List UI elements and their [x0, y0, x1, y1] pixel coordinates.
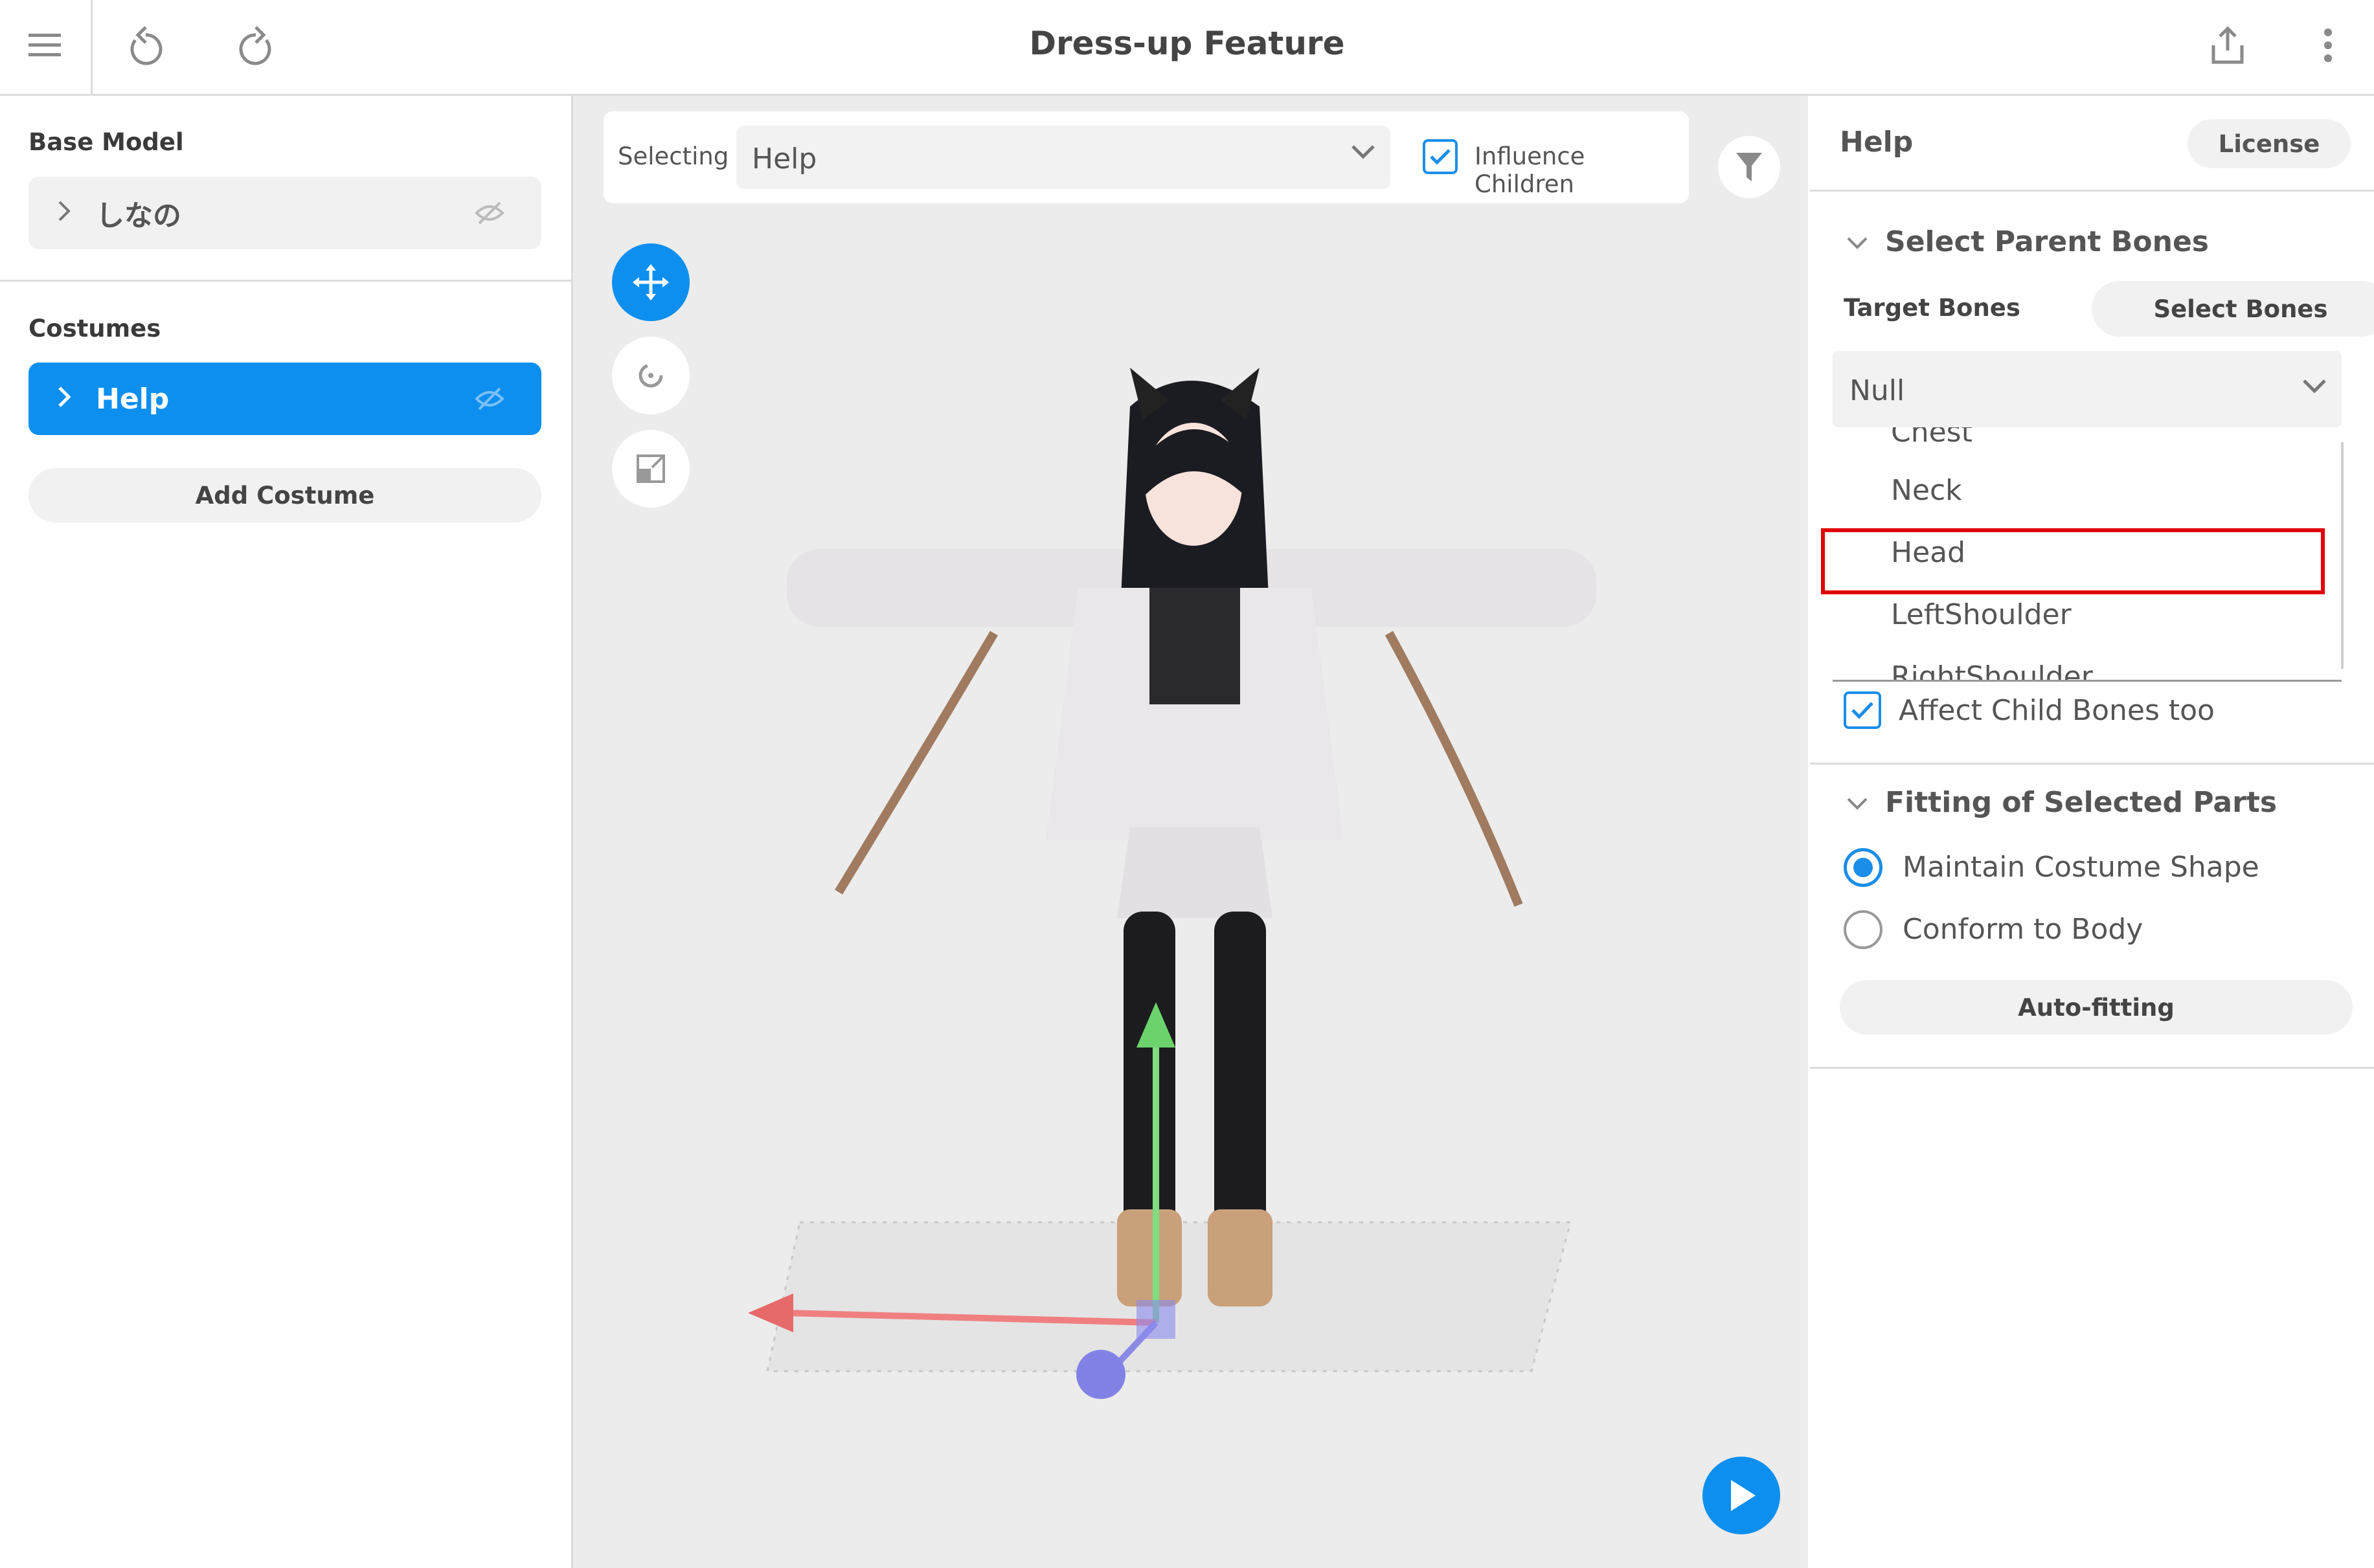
base-model-name: しなの	[96, 199, 181, 232]
selecting-dropdown[interactable]: Help	[736, 126, 1390, 189]
select-parent-bones-header[interactable]: Select Parent Bones	[1846, 225, 2209, 258]
chevron-down-icon	[1350, 142, 1376, 164]
bone-option-leftshoulder[interactable]: LeftShoulder	[1891, 598, 2072, 631]
divider	[1810, 190, 2374, 192]
right-panel: Help License Select Parent Bones Target …	[1810, 96, 2374, 1568]
eye-off-icon[interactable]	[464, 386, 515, 412]
divider	[1810, 763, 2374, 765]
influence-children-checkbox[interactable]	[1423, 139, 1458, 174]
chevron-right-icon[interactable]	[57, 383, 96, 415]
move-tool-icon[interactable]	[612, 243, 690, 321]
share-icon[interactable]	[2205, 23, 2250, 68]
license-button[interactable]: License	[2187, 119, 2351, 168]
avatar-scene[interactable]	[573, 96, 1808, 1568]
page-title: Dress-up Feature	[1029, 25, 1345, 62]
bone-option-neck[interactable]: Neck	[1891, 474, 1962, 507]
left-panel: Base Model しなの Costumes Help Add Costume	[0, 96, 573, 1568]
base-model-heading: Base Model	[28, 128, 184, 156]
fitting-section-header[interactable]: Fitting of Selected Parts	[1846, 786, 2277, 819]
conform-body-label: Conform to Body	[1903, 913, 2143, 946]
highlight-box	[1821, 528, 2325, 594]
influence-children-label: Influence Children	[1475, 142, 1585, 198]
filter-icon[interactable]	[1718, 136, 1780, 198]
eye-off-icon[interactable]	[464, 200, 515, 226]
maintain-shape-label: Maintain Costume Shape	[1903, 851, 2259, 884]
maintain-shape-radio[interactable]	[1844, 848, 1882, 887]
scale-tool-icon[interactable]	[612, 430, 690, 508]
list-scrollbar[interactable]	[2341, 442, 2344, 669]
chevron-down-icon	[1846, 786, 1868, 819]
chevron-down-icon	[1846, 225, 1868, 258]
add-costume-button[interactable]: Add Costume	[28, 468, 541, 522]
bone-dropdown-value: Null	[1849, 374, 1905, 407]
divider	[1810, 1067, 2374, 1069]
auto-fitting-button[interactable]: Auto-fitting	[1840, 980, 2353, 1035]
selection-bar: Selecting Help Influence Children	[604, 111, 1689, 203]
bone-option-rightshoulder[interactable]: RightShoulder	[1891, 660, 2093, 680]
chevron-right-icon[interactable]	[57, 197, 96, 229]
costumes-heading: Costumes	[28, 315, 161, 342]
selecting-value: Help	[752, 142, 817, 175]
section-title: Fitting of Selected Parts	[1885, 786, 2278, 819]
section-title: Select Parent Bones	[1885, 225, 2209, 258]
rotate-tool-icon[interactable]	[612, 337, 690, 414]
conform-body-radio[interactable]	[1844, 910, 1882, 949]
base-model-row[interactable]: しなの	[28, 177, 541, 249]
top-toolbar: Dress-up Feature	[0, 0, 2374, 96]
play-button[interactable]	[1702, 1457, 1780, 1534]
bone-dropdown[interactable]: Null	[1833, 351, 2342, 427]
3d-viewport[interactable]: Selecting Help Influence Children	[573, 96, 1808, 1568]
divider	[0, 280, 571, 282]
bone-option-chest[interactable]: Chest	[1891, 427, 1973, 449]
costume-name: Help	[96, 382, 170, 416]
panel-title: Help	[1840, 126, 1914, 159]
selecting-label: Selecting	[618, 142, 729, 170]
radio-dot	[1853, 858, 1873, 877]
affect-child-bones-label: Affect Child Bones too	[1899, 694, 2215, 727]
costume-row[interactable]: Help	[28, 363, 541, 435]
affect-child-bones-checkbox[interactable]	[1844, 691, 1881, 729]
target-bones-label: Target Bones	[1844, 294, 2020, 322]
select-bones-button[interactable]: Select Bones	[2092, 281, 2374, 337]
more-vert-icon[interactable]	[2305, 23, 2351, 68]
chevron-down-icon	[2301, 377, 2327, 399]
